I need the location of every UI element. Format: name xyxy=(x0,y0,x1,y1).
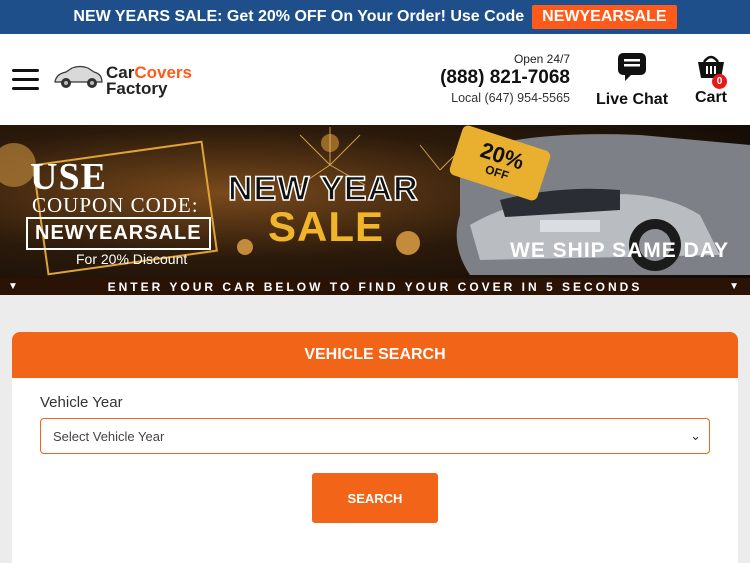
hamburger-menu-icon[interactable] xyxy=(12,69,39,91)
promo-code-badge: NEWYEARSALE xyxy=(532,5,677,29)
banner-coupon-label: COUPON CODE: xyxy=(32,193,199,217)
banner-instruction-strip: ▼ ENTER YOUR CAR BELOW TO FIND YOUR COVE… xyxy=(0,278,750,295)
cart-label: Cart xyxy=(694,89,727,106)
promo-text: NEW YEARS SALE: Get 20% OFF On Your Orde… xyxy=(73,8,525,25)
logo-factory-text: Factory xyxy=(106,79,168,98)
vehicle-year-label: Vehicle Year xyxy=(40,394,123,411)
banner-discount-text: For 20% Discount xyxy=(76,251,188,267)
vehicle-search-card: VEHICLE SEARCH Vehicle Year Select Vehic… xyxy=(12,332,738,563)
banner-headline-sale: SALE xyxy=(268,203,385,250)
vehicle-year-placeholder: Select Vehicle Year xyxy=(53,428,165,444)
site-logo[interactable]: CarCovers Factory xyxy=(52,62,232,98)
site-header: CarCovers Factory Open 24/7 (888) 821-70… xyxy=(0,34,750,125)
sale-banner[interactable]: USE COUPON CODE: NEWYEARSALE For 20% Dis… xyxy=(0,125,750,295)
local-phone-link[interactable]: Local (647) 954-5565 xyxy=(440,91,570,105)
car-logo-icon xyxy=(54,65,103,88)
open-hours: Open 24/7 xyxy=(513,52,570,66)
cart-count-badge: 0 xyxy=(712,74,727,89)
live-chat-button[interactable]: Live Chat xyxy=(596,52,668,109)
search-button[interactable]: SEARCH xyxy=(312,473,438,523)
banner-strip-text: ENTER YOUR CAR BELOW TO FIND YOUR COVER … xyxy=(107,279,643,294)
cart-button[interactable]: 0 Cart xyxy=(690,52,732,107)
logo-wordmark: CarCovers Factory xyxy=(106,64,192,98)
banner-ship-text: WE SHIP SAME DAY xyxy=(510,239,730,262)
promo-bar: NEW YEARS SALE: Get 20% OFF On Your Orde… xyxy=(0,0,750,34)
chevron-down-icon: ▼ xyxy=(729,281,742,292)
phone-number-link[interactable]: (888) 821-7068 xyxy=(440,67,570,89)
chevron-down-icon: ⌄ xyxy=(690,428,701,443)
contact-block: Open 24/7 (888) 821-7068 Local (647) 954… xyxy=(440,52,570,105)
vehicle-year-select[interactable]: Select Vehicle Year ⌄ xyxy=(40,418,710,454)
chat-bubble-icon xyxy=(618,53,646,81)
live-chat-label: Live Chat xyxy=(596,91,669,108)
banner-coupon-code: NEWYEARSALE xyxy=(26,217,211,250)
vehicle-search-title: VEHICLE SEARCH xyxy=(12,332,738,378)
chevron-down-icon: ▼ xyxy=(8,281,21,292)
